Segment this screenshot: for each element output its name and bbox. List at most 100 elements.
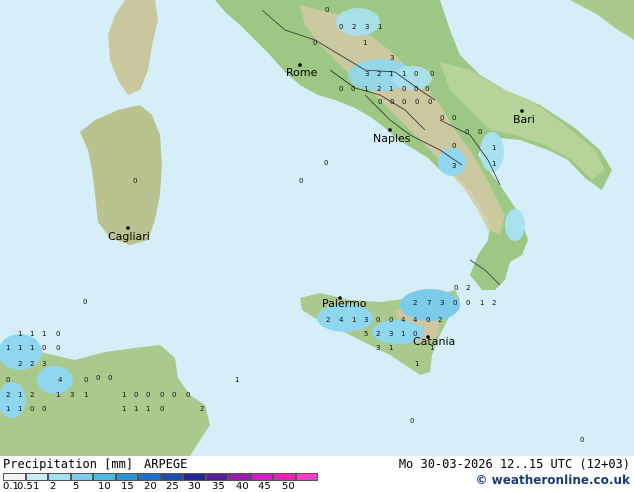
precip-value: 7 [427, 299, 431, 307]
scale-swatch [138, 473, 161, 481]
scale-swatch [205, 473, 228, 481]
precip-value: 0 [390, 98, 394, 106]
scale-swatch [93, 473, 116, 481]
scale-swatch [228, 473, 251, 481]
precip-value: 0 [454, 284, 458, 292]
precip-value: 0 [425, 85, 429, 93]
scale-label: 30 [188, 481, 201, 492]
scale-label: 0.5 [17, 481, 33, 492]
precip-value: 5 [364, 330, 368, 338]
precip-value: 0 [160, 405, 164, 413]
precip-value: 0 [56, 330, 60, 338]
precip-value: 0 [42, 344, 46, 352]
svg-text:0: 0 [133, 177, 137, 185]
city-label: Rome [286, 66, 318, 79]
precip-value: 1 [122, 391, 126, 399]
precip-value: 3 [365, 70, 369, 78]
precip-value: 1 [122, 405, 126, 413]
scale-label: 20 [144, 481, 157, 492]
precip-value: 3 [42, 360, 46, 368]
precip-value: 4 [58, 376, 63, 384]
precip-value: 1 [364, 85, 368, 93]
precip-value: 3 [440, 299, 444, 307]
precip-value: 2 [326, 316, 330, 324]
precip-value: 1 [389, 85, 393, 93]
scale-label: 2 [50, 481, 57, 492]
precip-value: 0 [108, 374, 112, 382]
model-name: ARPEGE [144, 457, 188, 471]
precip-value: 3 [364, 316, 368, 324]
scale-label: 40 [236, 481, 249, 492]
precip-value: 0 [96, 374, 100, 382]
precip-value: 1 [401, 330, 405, 338]
precip-value: 0 [428, 98, 432, 106]
precip-value: 1 [84, 391, 88, 399]
precip-value: 2 [377, 85, 381, 93]
precip-value: 2 [6, 391, 10, 399]
scale-label: 1 [33, 481, 40, 492]
precip-value: 3 [70, 391, 74, 399]
precip-value: 0 [389, 316, 393, 324]
city-palermo: Palermo [322, 296, 367, 310]
scale-label: 10 [98, 481, 111, 492]
precip-value: 4 [413, 316, 418, 324]
scale-swatch [115, 473, 138, 481]
city-label: Palermo [322, 297, 367, 310]
precip-value: 0 [42, 405, 46, 413]
precip-value: 0 [415, 98, 419, 106]
scale-swatch [160, 473, 183, 481]
precip-value: 1 [492, 144, 496, 152]
precip-value: 0 [134, 391, 138, 399]
precip-value: 0 [56, 344, 60, 352]
precip-value: 0 [452, 142, 456, 150]
svg-text:1: 1 [235, 376, 239, 384]
precip-value: 1 [352, 316, 356, 324]
precip-value: 2 [492, 299, 496, 307]
precip-value: 1 [6, 405, 10, 413]
precip-value: 0 [426, 316, 430, 324]
precip-value: 0 [146, 391, 150, 399]
precip-value: 2 [30, 360, 34, 368]
precip-value: 0 [30, 405, 34, 413]
svg-text:0: 0 [83, 298, 87, 306]
precip-value: 1 [415, 360, 419, 368]
city-label: Cagliari [108, 230, 150, 243]
precip-value: 4 [339, 316, 344, 324]
city-rome: Rome [286, 63, 318, 79]
precip-value: 0 [351, 85, 355, 93]
precip-value: 1 [56, 391, 60, 399]
svg-text:0: 0 [299, 177, 303, 185]
scale-swatch [183, 473, 206, 481]
scale-label: 45 [258, 481, 271, 492]
precip-value: 3 [376, 344, 380, 352]
precip-value: 3 [365, 23, 369, 31]
city-label: Bari [513, 113, 535, 126]
precip-value: 2 [376, 330, 380, 338]
precip-value: 0 [313, 39, 317, 47]
precip-value: 2 [413, 299, 417, 307]
precip-value: 1 [492, 160, 496, 168]
svg-text:0: 0 [410, 417, 414, 425]
precip-value: 1 [42, 330, 46, 338]
precip-value: 1 [378, 23, 382, 31]
precip-value: 1 [18, 344, 22, 352]
precip-value: 0 [453, 299, 457, 307]
color-scale [3, 473, 333, 481]
precip-value: 2 [18, 360, 22, 368]
precip-value: 1 [18, 330, 22, 338]
precip-value: 1 [363, 39, 367, 47]
scale-label: 15 [121, 481, 134, 492]
precip-value: 1 [30, 344, 34, 352]
precip-value: 0 [414, 70, 418, 78]
precip-value: 2 [352, 23, 356, 31]
precip-value: 0 [478, 128, 482, 136]
precip-value: 4 [401, 316, 406, 324]
scale-label: 5 [73, 481, 80, 492]
scale-label: 35 [212, 481, 225, 492]
precip-value: 0 [378, 98, 382, 106]
precipitation-map: Rome Bari Naples Cagliari Palermo Catani… [0, 0, 634, 456]
precip-value: 0 [430, 70, 434, 78]
precip-value: 0 [339, 23, 343, 31]
scale-swatch [48, 473, 71, 481]
precip-value: 0 [440, 114, 444, 122]
